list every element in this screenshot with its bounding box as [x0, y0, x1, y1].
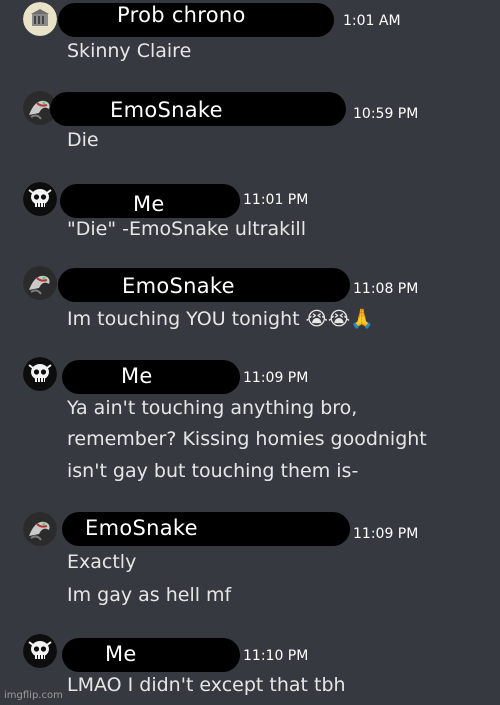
- timestamp: 1:01 AM: [343, 13, 401, 29]
- avatar[interactable]: [23, 512, 57, 546]
- message-text: Skinny Claire: [67, 40, 192, 62]
- author-name[interactable]: EmoSnake: [122, 274, 235, 298]
- author-name[interactable]: Me: [121, 364, 153, 388]
- avatar[interactable]: [23, 2, 57, 36]
- timestamp: 11:09 PM: [353, 526, 419, 542]
- message-text: Im touching YOU tonight 😭😭🙏: [67, 308, 374, 330]
- author-name[interactable]: Me: [133, 192, 165, 216]
- message-text: Exactly: [67, 551, 137, 573]
- author-name[interactable]: EmoSnake: [85, 516, 198, 540]
- timestamp: 11:08 PM: [353, 281, 419, 297]
- message-text: remember? Kissing homies goodnight: [67, 428, 427, 450]
- message-text: LMAO I didn't except that tbh: [67, 674, 346, 696]
- chat-log: Prob chrono 1:01 AM Skinny Claire EmoSna…: [0, 0, 500, 705]
- timestamp: 11:01 PM: [243, 192, 309, 208]
- avatar[interactable]: [23, 182, 57, 216]
- author-name[interactable]: Prob chrono: [117, 3, 246, 27]
- timestamp: 11:10 PM: [243, 648, 309, 664]
- message-text: Im gay as hell mf: [67, 584, 232, 606]
- avatar[interactable]: [23, 357, 57, 391]
- timestamp: 10:59 PM: [353, 106, 419, 122]
- author-redaction: [62, 638, 240, 672]
- author-name[interactable]: Me: [105, 642, 137, 666]
- message-text: isn't gay but touching them is-: [67, 460, 359, 482]
- avatar[interactable]: [23, 634, 57, 668]
- message-text: "Die" -EmoSnake ultrakill: [67, 218, 306, 240]
- message-text: Die: [67, 129, 99, 151]
- author-name[interactable]: EmoSnake: [110, 98, 223, 122]
- timestamp: 11:09 PM: [243, 370, 309, 386]
- message-text: Ya ain't touching anything bro,: [67, 397, 358, 419]
- avatar[interactable]: [23, 266, 57, 300]
- watermark: imgflip.com: [4, 690, 63, 701]
